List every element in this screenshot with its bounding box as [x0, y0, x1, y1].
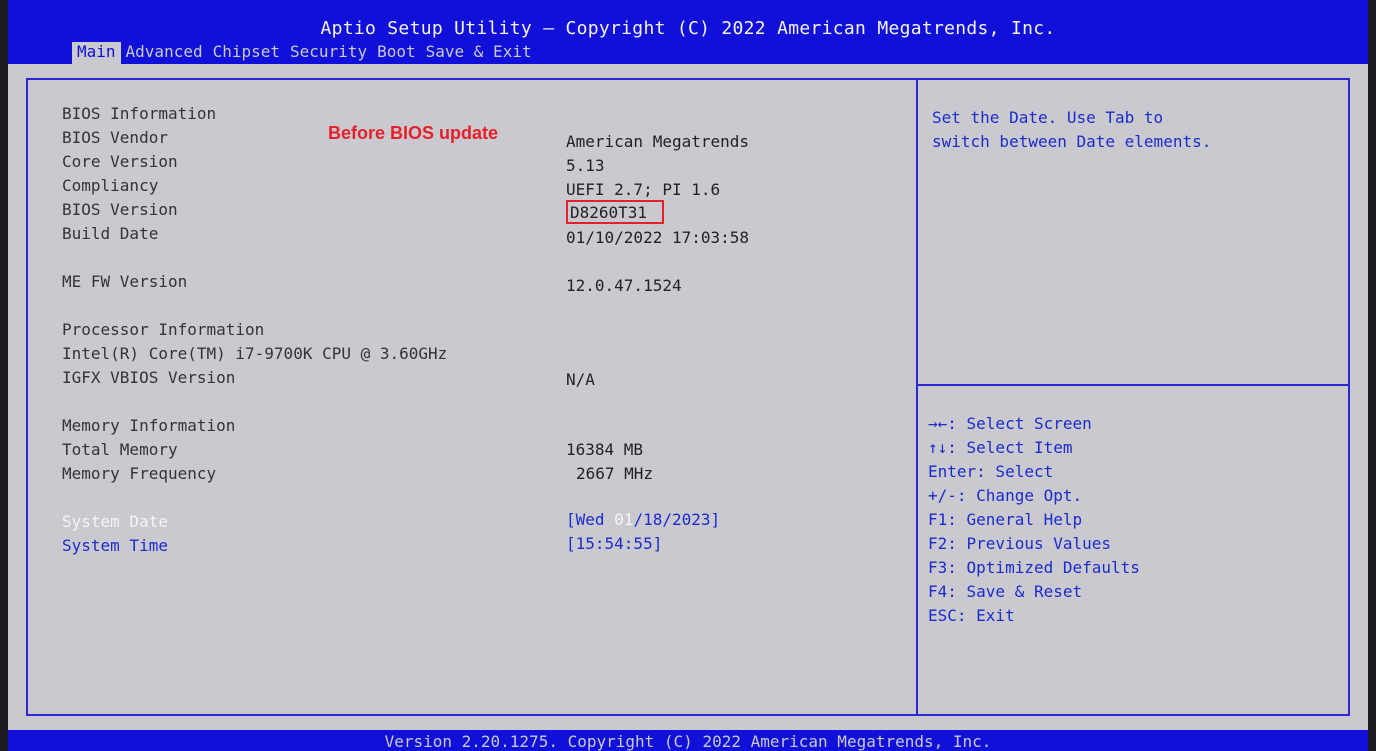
compliancy-label: Compliancy — [62, 176, 159, 195]
me-fw-label: ME FW Version — [62, 272, 188, 291]
hotkey-f3: F3: Optimized Defaults — [928, 558, 1140, 577]
igfx-label: IGFX VBIOS Version — [62, 368, 236, 387]
system-date-month[interactable]: 01 — [614, 510, 633, 529]
system-time-field[interactable]: [15:54:55] — [566, 534, 662, 554]
footer-version: Version 2.20.1275. Copyright (C) 2022 Am… — [384, 732, 992, 751]
utility-title: Aptio Setup Utility – Copyright (C) 2022… — [320, 18, 1056, 39]
header-bar: Aptio Setup Utility – Copyright (C) 2022… — [8, 0, 1368, 64]
annotation-box — [566, 200, 664, 224]
bios-vendor-label: BIOS Vendor — [62, 128, 168, 147]
igfx-value: N/A — [566, 370, 595, 389]
tab-save-exit[interactable]: Save & Exit — [421, 42, 537, 64]
tab-boot[interactable]: Boot — [372, 42, 421, 64]
help-text-line2: switch between Date elements. — [932, 132, 1212, 151]
bios-version-label: BIOS Version — [62, 200, 178, 219]
tab-chipset[interactable]: Chipset — [208, 42, 285, 64]
compliancy-value: UEFI 2.7; PI 1.6 — [566, 180, 721, 199]
tab-main[interactable]: Main — [72, 42, 121, 64]
me-fw-value: 12.0.47.1524 — [566, 276, 682, 295]
bios-screen: Aptio Setup Utility – Copyright (C) 2022… — [8, 0, 1368, 751]
footer-bar: Version 2.20.1275. Copyright (C) 2022 Am… — [8, 730, 1368, 751]
processor-heading: Processor Information — [62, 320, 265, 339]
processor-name: Intel(R) Core(TM) i7-9700K CPU @ 3.60GHz — [62, 344, 448, 363]
core-version-value: 5.13 — [566, 156, 605, 175]
system-date-day: [Wed — [566, 510, 615, 529]
hotkey-enter: Enter: Select — [928, 462, 1054, 481]
bios-info-heading: BIOS Information — [62, 104, 217, 123]
hotkey-f1: F1: General Help — [928, 510, 1083, 529]
build-date-label: Build Date — [62, 224, 159, 243]
hotkey-esc: ESC: Exit — [928, 606, 1015, 625]
vertical-divider — [916, 80, 918, 714]
total-memory-label: Total Memory — [62, 440, 178, 459]
system-time-label[interactable]: System Time — [62, 536, 168, 556]
tab-bar: Main Advanced Chipset Security Boot Save… — [72, 42, 537, 64]
hotkey-change-opt: +/-: Change Opt. — [928, 486, 1083, 505]
system-date-rest: /18/2023] — [633, 510, 721, 529]
core-version-label: Core Version — [62, 152, 178, 171]
build-date-value: 01/10/2022 17:03:58 — [566, 228, 750, 247]
hotkey-select-screen: →←: Select Screen — [928, 414, 1092, 433]
hotkey-f4: F4: Save & Reset — [928, 582, 1083, 601]
help-text-line1: Set the Date. Use Tab to — [932, 108, 1164, 127]
help-divider — [918, 384, 1350, 386]
tab-security[interactable]: Security — [285, 42, 372, 64]
tab-advanced[interactable]: Advanced — [121, 42, 208, 64]
hotkey-select-item: ↑↓: Select Item — [928, 438, 1073, 457]
total-memory-value: 16384 MB — [566, 440, 644, 459]
system-date-field[interactable]: [Wed 01/18/2023] — [566, 510, 720, 530]
annotation-callout: Before BIOS update — [328, 123, 499, 143]
system-date-label[interactable]: System Date — [62, 512, 168, 532]
main-frame: BIOS Information BIOS Vendor American Me… — [26, 78, 1350, 716]
hotkey-f2: F2: Previous Values — [928, 534, 1112, 553]
memory-heading: Memory Information — [62, 416, 236, 435]
bios-vendor-value: American Megatrends — [566, 132, 750, 151]
main-body: BIOS Information BIOS Vendor American Me… — [8, 64, 1368, 730]
memory-frequency-value: 2667 MHz — [576, 464, 654, 483]
memory-frequency-label: Memory Frequency — [62, 464, 217, 483]
